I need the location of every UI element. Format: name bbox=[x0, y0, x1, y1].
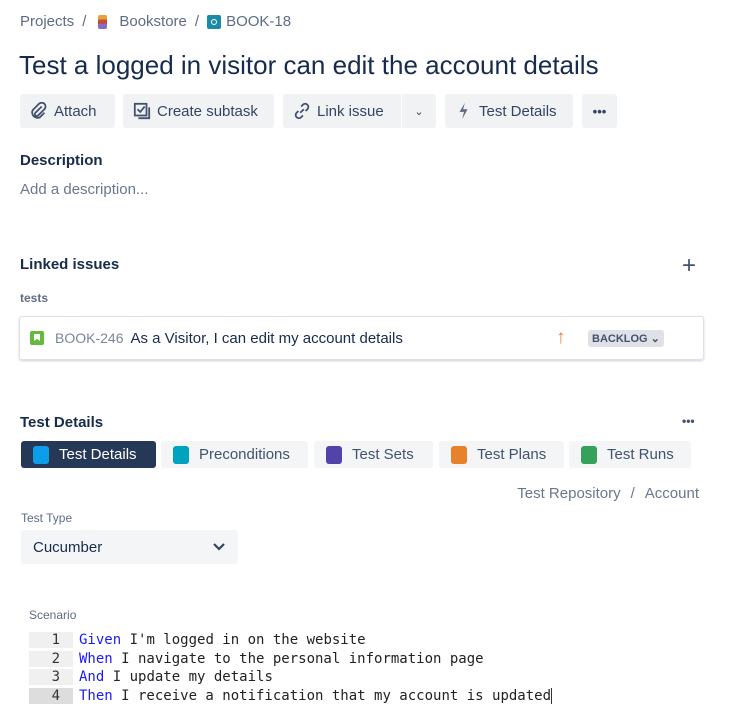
repository-path: Test Repository / Account bbox=[517, 485, 699, 502]
linked-issues-heading: Linked issues bbox=[20, 256, 120, 273]
link-relation-label: tests bbox=[20, 291, 49, 305]
test-details-label: Test Details bbox=[479, 102, 557, 120]
linked-issue-key[interactable]: BOOK-246 bbox=[55, 330, 123, 346]
breadcrumb-project[interactable]: Bookstore bbox=[119, 13, 187, 30]
test-issue-type-icon bbox=[207, 14, 222, 29]
tab-test-plans[interactable]: Test Plans bbox=[439, 441, 564, 468]
linked-issue-summary[interactable]: As a Visitor, I can edit my account deta… bbox=[130, 330, 402, 347]
create-subtask-button[interactable]: Create subtask bbox=[123, 94, 274, 128]
link-issue-button[interactable]: Link issue bbox=[283, 94, 401, 128]
code-line: 3 And I update my details bbox=[29, 668, 552, 687]
tab-test-sets[interactable]: Test Sets bbox=[314, 441, 433, 468]
test-details-more-button[interactable]: ••• bbox=[682, 414, 695, 428]
precondition-icon bbox=[173, 445, 189, 464]
issue-title[interactable]: Test a logged in visitor can edit the ac… bbox=[19, 50, 599, 81]
test-details-heading: Test Details bbox=[20, 414, 104, 431]
breadcrumb-projects[interactable]: Projects bbox=[20, 13, 74, 30]
linked-issue-row[interactable]: BOOK-246 As a Visitor, I can edit my acc… bbox=[19, 316, 704, 360]
description-field[interactable]: Add a description... bbox=[20, 181, 148, 198]
attach-label: Attach bbox=[54, 102, 97, 120]
bookstore-project-icon bbox=[98, 14, 108, 29]
repository-link[interactable]: Test Repository bbox=[517, 485, 620, 502]
step-text: I'm logged in on the website bbox=[121, 632, 366, 649]
subtask-icon bbox=[133, 102, 151, 120]
tab-test-runs[interactable]: Test Runs bbox=[569, 441, 691, 468]
link-issue-label: Link issue bbox=[317, 102, 384, 120]
tab-test-details[interactable]: Test Details bbox=[21, 441, 156, 468]
breadcrumb-separator: / bbox=[82, 13, 87, 30]
tab-preconditions[interactable]: Preconditions bbox=[161, 441, 308, 468]
test-run-icon bbox=[581, 445, 597, 464]
tab-label: Test Runs bbox=[607, 446, 674, 463]
gherkin-keyword: Given bbox=[79, 632, 122, 649]
test-set-icon bbox=[326, 445, 342, 464]
gherkin-keyword: When bbox=[79, 650, 113, 667]
step-text: I update my details bbox=[104, 669, 273, 686]
link-icon bbox=[294, 102, 310, 120]
paperclip-icon bbox=[31, 102, 47, 119]
tab-label: Test Sets bbox=[352, 446, 414, 463]
status-badge[interactable]: BACKLOG ⌄ bbox=[588, 329, 664, 347]
scenario-label: Scenario bbox=[29, 608, 77, 622]
gherkin-keyword: And bbox=[79, 669, 105, 686]
scenario-editor[interactable]: 1 Given I'm logged in on the website 2 Whe… bbox=[29, 631, 553, 706]
chevron-down-icon: ⌄ bbox=[650, 332, 660, 345]
tab-label: Preconditions bbox=[199, 446, 290, 463]
breadcrumb: Projects / Bookstore / BOOK-18 bbox=[20, 13, 291, 30]
code-line: 2 When I navigate to the personal informa… bbox=[29, 650, 552, 669]
code-line: 1 Given I'm logged in on the website bbox=[29, 631, 552, 650]
path-separator: / bbox=[630, 485, 635, 502]
code-line: 4 Then I receive a notification that my a… bbox=[29, 687, 553, 706]
gherkin-keyword: Then bbox=[79, 687, 113, 704]
tab-label: Test Plans bbox=[477, 446, 547, 463]
test-type-select[interactable]: Cucumber bbox=[21, 530, 238, 564]
step-text: I navigate to the personal information p… bbox=[112, 650, 484, 667]
status-label: BACKLOG bbox=[592, 332, 648, 345]
more-actions-button[interactable]: ••• bbox=[582, 94, 617, 128]
breadcrumb-issue[interactable]: BOOK-18 bbox=[226, 13, 291, 30]
description-heading: Description bbox=[20, 152, 103, 169]
breadcrumb-separator: / bbox=[194, 13, 200, 30]
test-type-value: Cucumber bbox=[33, 538, 103, 556]
test-plan-icon bbox=[451, 445, 467, 464]
link-issue-dropdown[interactable]: ⌄ bbox=[402, 94, 436, 128]
line-number: 3 bbox=[29, 669, 73, 686]
line-number: 1 bbox=[29, 632, 73, 649]
lightning-icon bbox=[459, 102, 468, 120]
step-text: I receive a notification that my account… bbox=[112, 687, 552, 704]
create-subtask-label: Create subtask bbox=[157, 102, 258, 120]
line-number: 4 bbox=[29, 687, 73, 704]
attach-button[interactable]: Attach bbox=[20, 94, 115, 128]
chevron-down-icon bbox=[213, 543, 225, 551]
story-icon bbox=[30, 331, 44, 345]
folder-link[interactable]: Account bbox=[645, 485, 699, 502]
chevron-down-icon: ⌄ bbox=[414, 105, 424, 118]
priority-high-icon: ↑ bbox=[556, 327, 566, 348]
test-details-button[interactable]: Test Details bbox=[445, 94, 573, 128]
line-number: 2 bbox=[29, 650, 73, 667]
tab-label: Test Details bbox=[59, 446, 137, 463]
list-icon bbox=[33, 445, 49, 464]
add-link-button[interactable]: + bbox=[682, 252, 696, 280]
test-type-label: Test Type bbox=[21, 511, 73, 525]
